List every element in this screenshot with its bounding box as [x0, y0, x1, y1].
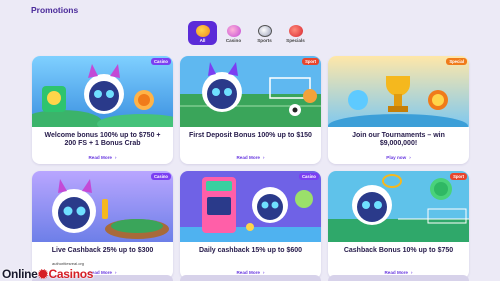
filter-all[interactable]: All	[188, 21, 217, 45]
promo-title: Join our Tournaments – win $9,000,000!	[352, 132, 445, 148]
promo-image	[180, 56, 321, 127]
category-badge: Special	[446, 58, 467, 65]
filter-casino[interactable]: Casino	[219, 21, 248, 45]
promo-card-partial	[180, 275, 321, 281]
category-badge: Casino	[299, 173, 319, 180]
filter-label: Casino	[225, 38, 242, 43]
read-more-link[interactable]: Read More ›	[180, 155, 321, 160]
category-badge: Casino	[151, 173, 171, 180]
play-now-label: Play now	[386, 155, 407, 160]
promo-card[interactable]: Casino Daily cashback 15% up to $600 Rea…	[180, 171, 321, 279]
all-icon	[195, 25, 210, 37]
promo-card-partial	[328, 275, 469, 281]
promo-image	[328, 56, 469, 127]
category-badge: Sport	[302, 58, 319, 65]
read-more-link[interactable]: Read More ›	[32, 155, 173, 160]
brand-right: Casinos	[48, 267, 94, 281]
read-more-label: Read More	[236, 155, 260, 160]
promo-title: Live Cashback 25% up to $300	[51, 247, 154, 254]
promo-image	[32, 56, 173, 127]
casino-chip-icon	[38, 269, 49, 279]
category-badge: Casino	[151, 58, 171, 65]
sports-icon	[257, 25, 272, 37]
promo-title: Cashback Bonus 10% up to $750	[343, 247, 454, 254]
play-now-link[interactable]: Play now ›	[328, 155, 469, 160]
filter-sports[interactable]: Sports	[250, 21, 279, 45]
specials-icon	[288, 25, 303, 37]
promo-title: Daily cashback 15% up to $600	[198, 247, 303, 254]
watermark-logo: authoritiesreal.org Online Casinos	[2, 261, 112, 281]
promo-card[interactable]: Sport First Deposit Bonus 100% up to $15…	[180, 56, 321, 164]
page-title: Promotions	[31, 5, 79, 15]
brand-left: Online	[2, 267, 38, 281]
promo-card[interactable]: Casino Welcome bonus 100% up to $750 + 2…	[32, 56, 173, 164]
filter-label: Specials	[286, 38, 305, 43]
promo-card[interactable]: Sport Cashback Bonus 10% up to $750 Read…	[328, 171, 469, 279]
filter-specials[interactable]: Specials	[281, 21, 310, 45]
promo-image	[32, 171, 173, 242]
filter-label: Sports	[257, 38, 272, 43]
chevron-right-icon: ›	[262, 155, 265, 160]
casino-icon	[226, 25, 241, 37]
category-badge: Sport	[450, 173, 467, 180]
promo-title: First Deposit Bonus 100% up to $150	[189, 132, 312, 139]
brand-logo: Online Casinos	[2, 267, 93, 281]
chevron-right-icon: ›	[114, 155, 117, 160]
read-more-label: Read More	[88, 155, 112, 160]
category-filters: All Casino Sports Specials	[188, 21, 310, 45]
promo-title: Welcome bonus 100% up to $750 + 200 FS +…	[44, 132, 161, 148]
promo-card[interactable]: Special Join our Tournaments – win $9,00…	[328, 56, 469, 164]
chevron-right-icon: ›	[409, 155, 411, 160]
filter-label: All	[199, 38, 206, 43]
promo-image	[180, 171, 321, 242]
watermark-url: authoritiesreal.org	[50, 261, 87, 266]
promo-image	[328, 171, 469, 242]
